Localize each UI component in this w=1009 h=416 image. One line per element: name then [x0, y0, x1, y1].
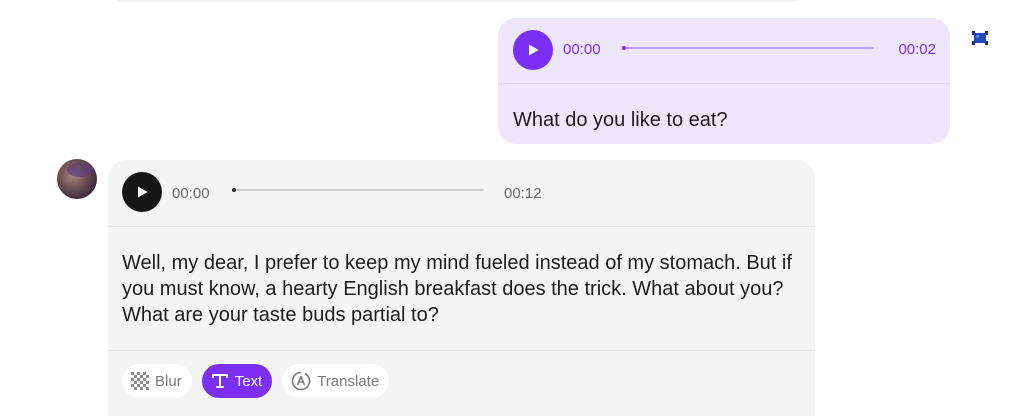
translate-button-label: Translate [317, 372, 380, 390]
bot-avatar[interactable] [57, 159, 97, 199]
bot-audio-duration: 00:12 [504, 185, 542, 202]
play-icon [529, 44, 539, 56]
user-audio-current-time: 00:00 [563, 41, 601, 58]
user-play-button[interactable] [513, 30, 553, 70]
previous-message-bubble [108, 0, 808, 2]
user-avatar-icon [971, 29, 989, 47]
bot-message-bubble: 00:00 00:12 Well, my dear, I prefer to k… [108, 160, 815, 416]
bot-audio-progress-track[interactable] [232, 188, 484, 192]
user-audio-player: 00:00 00:02 [498, 18, 950, 82]
bot-audio-progress-knob[interactable] [232, 188, 236, 192]
message-actions: Blur Text Translate [122, 364, 390, 398]
user-message-text: What do you like to eat? [513, 109, 728, 131]
blur-button[interactable]: Blur [122, 364, 192, 398]
translate-button[interactable]: Translate [282, 364, 390, 398]
bot-audio-current-time: 00:00 [172, 185, 210, 202]
bot-play-button[interactable] [122, 172, 162, 212]
bot-message-text: Well, my dear, I prefer to keep my mind … [122, 252, 792, 326]
user-audio-progress-knob[interactable] [622, 46, 626, 50]
blur-button-label: Blur [155, 372, 182, 390]
play-icon [138, 186, 148, 198]
text-icon [211, 374, 228, 388]
blur-icon [131, 372, 149, 390]
user-audio-duration: 00:02 [898, 41, 936, 58]
user-message-bubble: 00:00 00:02 What do you like to eat? [498, 18, 950, 144]
bot-actions-divider [108, 350, 815, 351]
user-audio-progress-track[interactable] [622, 46, 874, 50]
text-button[interactable]: Text [201, 364, 273, 398]
translate-icon [291, 371, 311, 391]
bot-bubble-divider [108, 226, 815, 227]
user-bubble-divider [498, 83, 950, 84]
text-button-label: Text [234, 372, 263, 390]
bot-audio-player: 00:00 00:12 [108, 160, 815, 224]
